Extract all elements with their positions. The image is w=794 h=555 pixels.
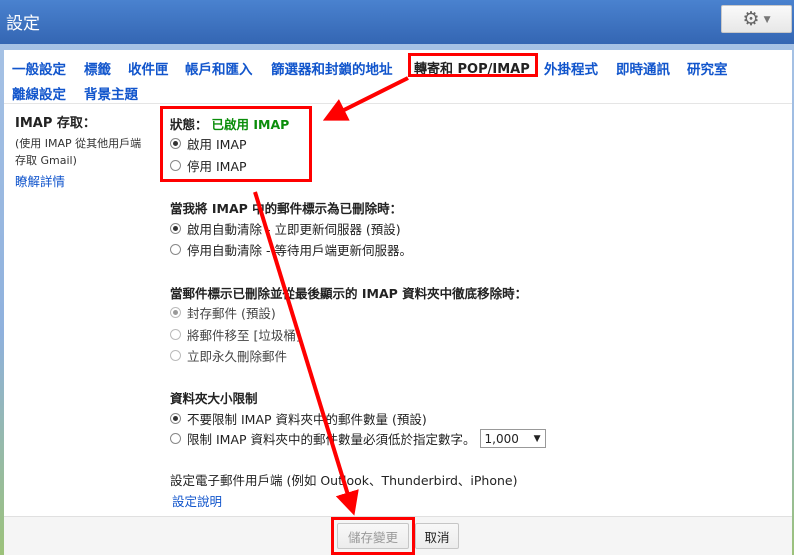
annotation-box-status [160, 106, 312, 182]
tab-offline[interactable]: 離線設定 [12, 83, 66, 103]
footer-bar: 儲存變更 取消 [4, 516, 792, 555]
gear-icon: ⚙ [742, 7, 760, 30]
tab-labs[interactable]: 研究室 [687, 58, 728, 78]
chevron-down-icon: ▼ [763, 15, 771, 25]
no-limit-radio[interactable] [170, 413, 181, 424]
tab-inbox[interactable]: 收件匣 [128, 58, 169, 78]
delete-forever-label: 立即永久刪除郵件 [187, 349, 288, 364]
tab-addons[interactable]: 外掛程式 [544, 58, 598, 78]
expunge-heading: 當我將 IMAP 中的郵件標示為已刪除時： [170, 201, 403, 216]
settings-tabs: 一般設定 標籤 收件匣 帳戶和匯入 篩選器和封鎖的地址 轉寄和 POP/IMAP… [4, 50, 792, 104]
auto-expunge-on-radio[interactable] [170, 223, 181, 234]
tab-accounts[interactable]: 帳戶和匯入 [185, 58, 253, 78]
chevron-down-icon: ▼ [533, 433, 541, 444]
annotation-box-tab [408, 53, 538, 77]
annotation-box-save [331, 517, 415, 555]
folder-limit-select[interactable]: 1,000 ▼ [479, 429, 546, 448]
tab-labels[interactable]: 標籤 [84, 58, 111, 78]
deleted-heading: 當郵件標示已刪除並從最後顯示的 IMAP 資料夾中徹底移除時： [170, 286, 528, 301]
cancel-button[interactable]: 取消 [415, 523, 459, 549]
auto-expunge-off-radio[interactable] [170, 244, 181, 255]
imap-access-note: (使用 IMAP 從其他用戶端 存取 Gmail) [15, 135, 165, 169]
archive-radio[interactable] [170, 307, 181, 318]
limit-label: 限制 IMAP 資料夾中的郵件數量必須低於指定數字。 [187, 432, 476, 447]
auto-expunge-off-option[interactable]: 停用自動清除 - 等待用戶端更新伺服器。 [170, 240, 412, 259]
settings-button[interactable]: ⚙ ▼ [721, 5, 792, 33]
imap-access-title: IMAP 存取： [15, 116, 96, 131]
limit-option[interactable]: 限制 IMAP 資料夾中的郵件數量必須低於指定數字。 1,000 ▼ [170, 429, 546, 448]
auto-expunge-on-label: 啟用自動清除 - 立即更新伺服器 (預設) [187, 222, 401, 237]
config-help-link[interactable]: 設定說明 [172, 491, 222, 510]
archive-option[interactable]: 封存郵件 (預設) [170, 303, 276, 322]
no-limit-label: 不要限制 IMAP 資料夾中的郵件數量 (預設) [187, 412, 427, 427]
delete-forever-radio[interactable] [170, 350, 181, 361]
trash-radio[interactable] [170, 329, 181, 340]
client-heading: 設定電子郵件用戶端 (例如 Outlook、Thunderbird、iPhone… [170, 473, 518, 488]
imap-note-line2: 存取 Gmail) [15, 154, 77, 167]
imap-note-line1: (使用 IMAP 從其他用戶端 [15, 137, 142, 150]
auto-expunge-on-option[interactable]: 啟用自動清除 - 立即更新伺服器 (預設) [170, 219, 401, 238]
delete-forever-option[interactable]: 立即永久刪除郵件 [170, 346, 287, 365]
top-bar: 設定 ⚙ ▼ [0, 0, 794, 44]
archive-label: 封存郵件 (預設) [187, 306, 276, 321]
learn-more-link[interactable]: 瞭解詳情 [15, 171, 165, 190]
trash-label: 將郵件移至 [垃圾桶] [187, 328, 301, 343]
folder-limit-value: 1,000 [484, 431, 519, 446]
folder-limit-heading: 資料夾大小限制 [170, 391, 258, 406]
tab-filters[interactable]: 篩選器和封鎖的地址 [271, 58, 393, 78]
page-title: 設定 [6, 14, 40, 34]
no-limit-option[interactable]: 不要限制 IMAP 資料夾中的郵件數量 (預設) [170, 409, 427, 428]
tab-general[interactable]: 一般設定 [12, 58, 66, 78]
settings-panel: 一般設定 標籤 收件匣 帳戶和匯入 篩選器和封鎖的地址 轉寄和 POP/IMAP… [4, 50, 792, 555]
tab-chat[interactable]: 即時通訊 [616, 58, 670, 78]
trash-option[interactable]: 將郵件移至 [垃圾桶] [170, 325, 301, 344]
limit-radio[interactable] [170, 433, 181, 444]
tab-themes[interactable]: 背景主題 [84, 83, 138, 103]
imap-section-label: IMAP 存取： (使用 IMAP 從其他用戶端 存取 Gmail) 瞭解詳情 [15, 112, 165, 190]
auto-expunge-off-label: 停用自動清除 - 等待用戶端更新伺服器。 [187, 243, 412, 258]
